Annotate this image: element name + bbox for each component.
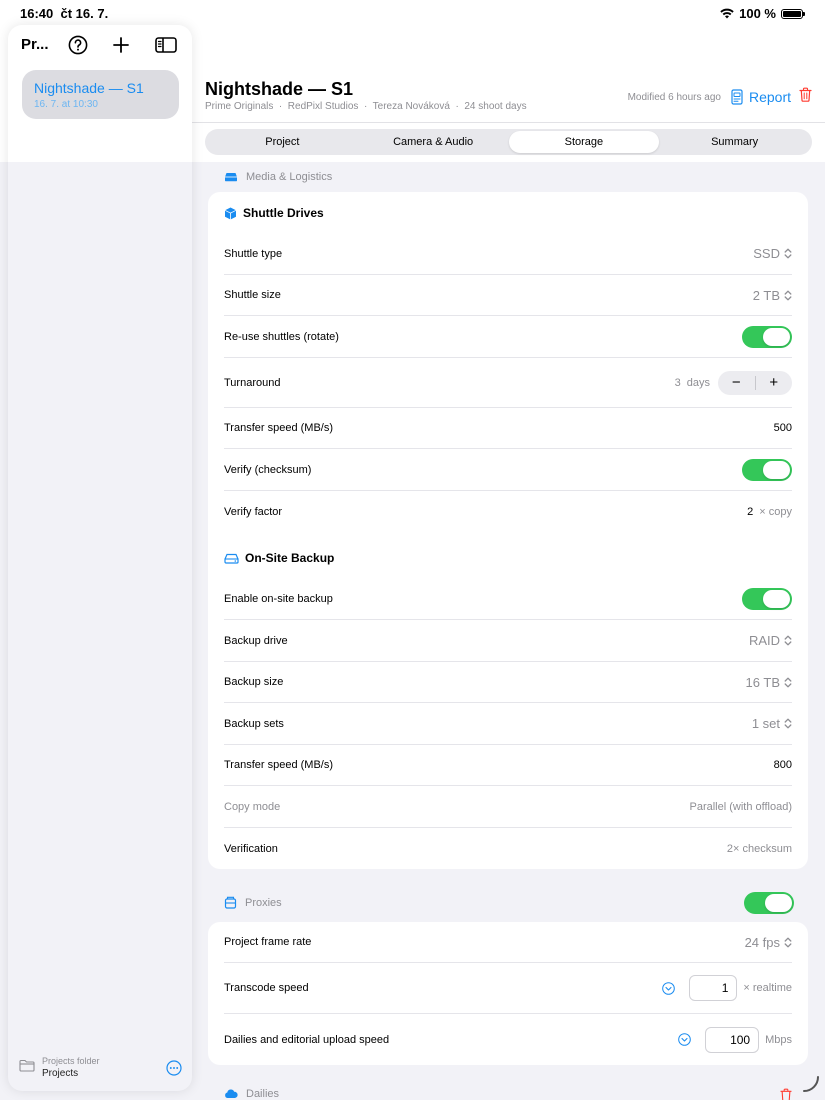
tab-storage[interactable]: Storage [508, 131, 660, 153]
header-actions: Modified 6 hours ago Report [628, 87, 812, 107]
enable-backup-toggle[interactable] [742, 588, 792, 610]
chevron-up-down-icon [784, 635, 792, 646]
resize-handle-icon[interactable] [801, 1074, 821, 1094]
backup-size-row: Backup size 16 TB [224, 662, 792, 703]
proxies-icon [224, 896, 237, 909]
backup-drive-row: Backup drive RAID [224, 620, 792, 662]
proxies-card: Project frame rate 24 fps Transcode spee… [208, 922, 808, 1065]
page-subtitle: Prime Originals · RedPixl Studios · Tere… [205, 101, 527, 112]
project-list-item[interactable]: Nightshade — S1 16. 7. at 10:30 [22, 70, 179, 119]
verification-row: Verification 2× checksum [224, 842, 792, 855]
sidebar-icon [155, 37, 177, 53]
modified-label: Modified 6 hours ago [627, 91, 721, 103]
battery-percent: 100 % [739, 6, 776, 21]
tab-camera-audio[interactable]: Camera & Audio [358, 131, 509, 153]
section-tabs: Project Camera & Audio Storage Summary [205, 129, 812, 155]
reuse-shuttles-row: Re-use shuttles (rotate) [224, 316, 792, 358]
sidebar-footer: Projects folder Projects [8, 1045, 192, 1091]
upload-speed-row: Dailies and editorial upload speed 100 M… [224, 1014, 792, 1065]
project-date: 16. 7. at 10:30 [34, 99, 98, 110]
folder-icon [19, 1059, 35, 1072]
status-indicators: 100 % [720, 6, 805, 21]
plus-icon [113, 37, 129, 53]
shuttle-transfer-speed-input[interactable]: 500 [774, 422, 792, 434]
sidebar-toolbar: Pr... [8, 25, 192, 63]
ellipsis-circle-icon [166, 1060, 182, 1076]
proxies-toggle[interactable] [744, 892, 794, 914]
shuttle-type-picker[interactable]: SSD [753, 246, 792, 261]
copy-mode-row: Copy mode Parallel (with offload) [224, 786, 792, 828]
projects-folder-name[interactable]: Projects [42, 1068, 78, 1079]
more-button[interactable] [166, 1060, 182, 1081]
chevron-up-down-icon [784, 677, 792, 687]
status-bar: 16:40 čt 16. 7. 100 % [0, 0, 825, 26]
battery-icon [781, 8, 805, 19]
increment-button[interactable]: + [756, 374, 793, 391]
chevron-down-circle-icon[interactable] [678, 1033, 691, 1046]
reuse-shuttles-toggle[interactable] [742, 325, 792, 348]
frame-rate-picker[interactable]: 24 fps [745, 935, 792, 950]
chevron-down-circle-icon[interactable] [662, 981, 676, 995]
chevron-up-down-icon [784, 248, 792, 259]
shuttle-transfer-speed-row: Transfer speed (MB/s) 500 [224, 408, 792, 449]
verify-factor-row: Verify factor 2 × copy [224, 505, 792, 518]
verify-checksum-toggle[interactable] [742, 458, 792, 481]
transcode-speed-row: Transcode speed 1 × realtime [224, 963, 792, 1014]
proxies-header: Proxies [224, 896, 282, 909]
backup-transfer-speed-input[interactable]: 800 [774, 759, 792, 771]
cloud-icon [225, 1089, 238, 1098]
tab-project[interactable]: Project [207, 131, 358, 153]
frame-rate-row: Project frame rate 24 fps [224, 922, 792, 963]
help-button[interactable] [67, 34, 89, 56]
enable-backup-row: Enable on-site backup [224, 579, 792, 620]
status-time: 16:40 čt 16. 7. [20, 6, 109, 21]
chevron-up-down-icon [784, 718, 792, 729]
drive-icon [225, 173, 237, 182]
backup-drive-picker[interactable]: RAID [749, 633, 792, 648]
backup-size-picker[interactable]: 16 TB [746, 675, 792, 690]
delete-button[interactable] [799, 87, 812, 107]
sidebar-title: Pr... [21, 36, 49, 53]
media-logistics-card: Shuttle Drives Shuttle type SSD Shuttle … [208, 192, 808, 869]
decrement-button[interactable]: − [718, 374, 755, 391]
report-button[interactable]: Report [731, 89, 791, 105]
project-name: Nightshade — S1 [34, 80, 144, 96]
trash-icon [780, 1088, 792, 1100]
verification-value: 2× checksum [726, 842, 792, 855]
tab-summary[interactable]: Summary [659, 131, 810, 153]
backup-drive-icon [224, 553, 239, 564]
dailies-header: Dailies [224, 1088, 279, 1100]
dailies-delete-button[interactable] [780, 1088, 792, 1100]
shuttle-type-row: Shuttle type SSD [224, 233, 792, 275]
shuttle-drives-heading: Shuttle Drives [224, 206, 324, 220]
verify-factor-input[interactable]: 2 [747, 506, 753, 518]
projects-folder-label: Projects folder [42, 1056, 100, 1066]
add-project-button[interactable] [110, 34, 132, 56]
toggle-sidebar-button[interactable] [155, 34, 177, 56]
shuttle-size-row: Shuttle size 2 TB [224, 275, 792, 316]
copy-mode-value: Parallel (with offload) [689, 800, 792, 813]
page-title: Nightshade — S1 [205, 79, 354, 99]
backup-sets-picker[interactable]: 1 set [752, 716, 792, 731]
upload-speed-input[interactable]: 100 [705, 1026, 760, 1053]
on-site-backup-heading: On-Site Backup [224, 551, 334, 565]
backup-transfer-speed-row: Transfer speed (MB/s) 800 [224, 745, 792, 786]
verify-checksum-row: Verify (checksum) [224, 449, 792, 491]
wifi-icon [720, 8, 734, 19]
chevron-up-down-icon [784, 290, 792, 300]
transcode-speed-input[interactable]: 1 [689, 975, 738, 1001]
media-logistics-header: Media & Logistics [224, 171, 332, 183]
sidebar: Pr... Nightshade — S1 16. 7. at 10:30 Pr… [8, 25, 192, 1091]
chevron-up-down-icon [784, 937, 792, 947]
report-icon [731, 89, 743, 105]
help-icon [68, 35, 88, 55]
report-label: Report [748, 89, 791, 105]
turnaround-row: Turnaround 3 days − + [224, 358, 792, 408]
backup-sets-row: Backup sets 1 set [224, 703, 792, 745]
shuttle-box-icon [224, 207, 237, 219]
trash-icon [799, 87, 812, 102]
turnaround-stepper[interactable]: − + [718, 370, 793, 395]
shuttle-size-picker[interactable]: 2 TB [753, 288, 792, 303]
